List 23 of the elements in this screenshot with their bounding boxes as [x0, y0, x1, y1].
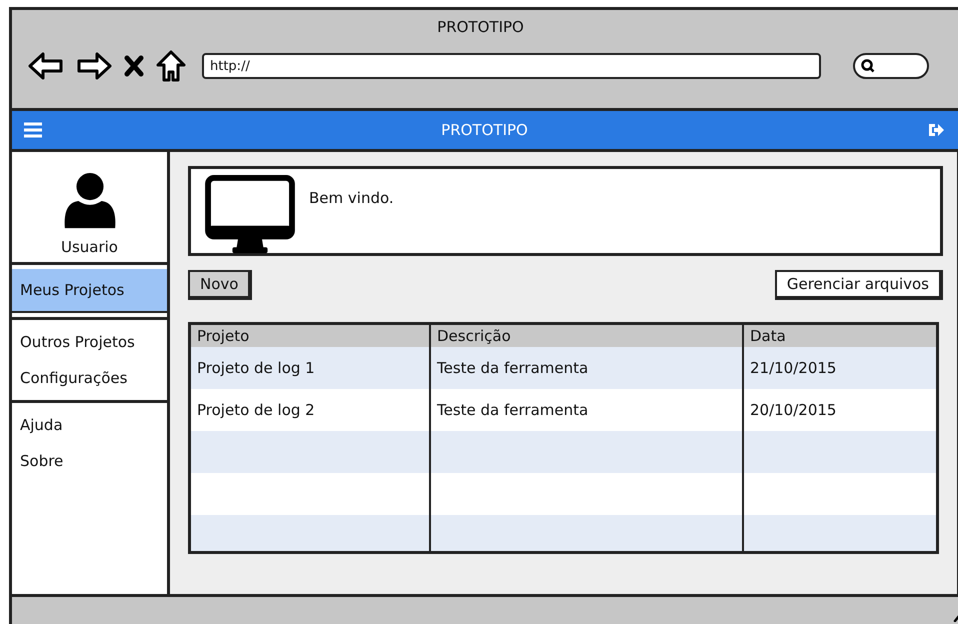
user-name: Usuario [60, 238, 118, 256]
app-title: PROTOTIPO [441, 121, 528, 139]
welcome-text: Bem vindo. [309, 189, 394, 207]
back-icon[interactable] [28, 51, 64, 81]
sidebar-item[interactable]: Ajuda [12, 407, 167, 443]
sidebar-item[interactable]: Sobre [12, 443, 167, 479]
search-field[interactable] [853, 53, 929, 79]
column-header: Data [749, 326, 787, 347]
menu-icon[interactable] [24, 122, 42, 138]
manage-files-button[interactable]: Gerenciar arquivos [774, 270, 943, 300]
close-icon[interactable] [124, 55, 144, 77]
forward-icon[interactable] [76, 51, 112, 81]
sidebar-item[interactable]: Meus Projetos [12, 269, 167, 313]
table-cell-text: 21/10/2015 [749, 358, 838, 379]
url-field[interactable]: http:// [202, 53, 821, 79]
home-icon[interactable] [156, 50, 186, 82]
table-cell-text: 20/10/2015 [749, 400, 838, 421]
window-title: PROTOTIPO [436, 17, 525, 38]
search-icon [861, 59, 875, 73]
logout-icon[interactable] [927, 122, 945, 138]
new-button[interactable]: Novo [188, 270, 252, 300]
sidebar-item[interactable]: Configurações [12, 360, 167, 396]
sidebar-item[interactable]: Outros Projetos [12, 324, 167, 360]
